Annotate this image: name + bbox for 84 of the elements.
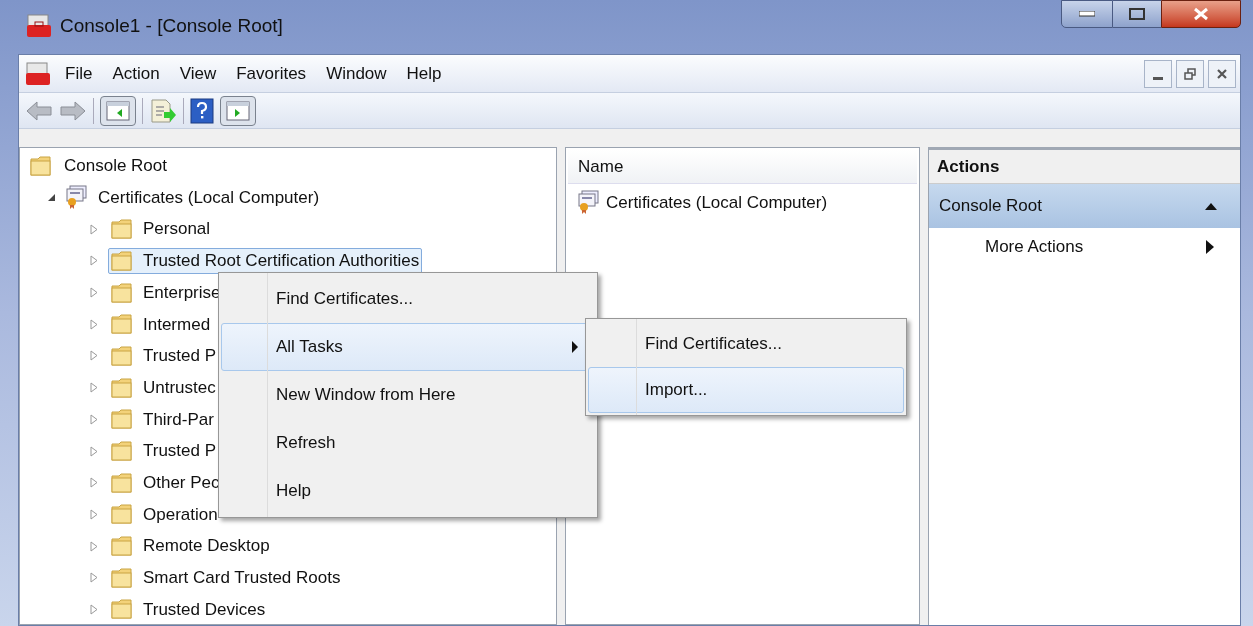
minimize-button[interactable] [1144, 59, 1172, 88]
toolbox-icon [26, 13, 52, 39]
folder-icon [111, 598, 133, 621]
show-tree-button[interactable] [100, 95, 136, 126]
tree-item[interactable]: Enterprise [108, 279, 224, 306]
folder-icon [111, 218, 133, 241]
close-button[interactable] [1161, 0, 1241, 28]
close-button[interactable] [1208, 59, 1236, 88]
expand-arrow-icon[interactable] [88, 476, 100, 490]
section-header[interactable]: Console Root [929, 184, 1240, 228]
menu-item[interactable]: Window [318, 60, 395, 87]
pane-icon [106, 100, 130, 121]
folder-icon [111, 471, 133, 494]
certificate-icon [576, 190, 602, 216]
tree-item[interactable]: Untrustec [108, 374, 219, 401]
expand-arrow-icon[interactable] [88, 381, 100, 395]
window-title: Console1 - [Console Root] [60, 13, 283, 38]
tree-item[interactable]: Personal [108, 216, 214, 243]
minimize-icon [1079, 11, 1095, 17]
pane-header: Actions [937, 155, 1000, 178]
folder-icon [111, 344, 133, 367]
restore-button[interactable] [1176, 59, 1204, 88]
toolbox-icon [25, 60, 51, 87]
expand-arrow-icon[interactable] [88, 317, 100, 331]
folder-icon [111, 440, 133, 463]
menu-item[interactable]: Favorites [228, 60, 315, 87]
menu-item[interactable]: Help [221, 467, 595, 515]
expand-arrow-icon[interactable] [88, 507, 100, 521]
menu-item[interactable]: File [57, 60, 101, 87]
export-list-icon[interactable] [149, 97, 177, 124]
expand-arrow-icon[interactable] [88, 539, 100, 553]
expand-arrow-icon[interactable] [88, 412, 100, 426]
expand-arrow-icon[interactable] [88, 222, 100, 236]
expand-arrow-icon[interactable] [88, 602, 100, 616]
menu-item[interactable]: Import... [588, 367, 904, 413]
show-action-pane-button[interactable] [220, 95, 256, 126]
folder-icon [30, 154, 54, 177]
pane-icon [226, 100, 250, 121]
tree-item[interactable]: Operation [108, 501, 221, 528]
help-icon[interactable] [190, 97, 214, 124]
tree-item[interactable]: Third-Par [108, 406, 217, 433]
back-arrow-icon[interactable] [25, 99, 53, 122]
expand-arrow-icon[interactable] [88, 444, 100, 458]
expand-arrow-icon[interactable] [88, 571, 100, 585]
folder-icon [111, 249, 133, 272]
menu-item[interactable]: View [171, 60, 225, 87]
tree-item[interactable]: Certificates (Local Computer) [96, 184, 322, 211]
folder-icon [111, 503, 133, 526]
close-icon [1216, 67, 1228, 80]
expand-arrow-icon[interactable] [88, 254, 100, 268]
submenu-arrow-icon [1206, 240, 1214, 254]
folder-icon [111, 408, 133, 431]
folder-icon [111, 566, 133, 589]
action-link[interactable]: More Actions [929, 228, 1240, 266]
tree-item[interactable]: Other Pec [108, 469, 223, 496]
close-icon [1193, 7, 1209, 21]
folder-icon [111, 535, 133, 558]
tree-item[interactable]: Trusted P [108, 342, 220, 369]
tree-item[interactable]: Trusted P [108, 438, 220, 465]
tree-item[interactable]: Trusted Root Certification Authorities [108, 247, 423, 274]
column-header[interactable]: Name [578, 153, 624, 180]
menu-item[interactable]: Refresh [221, 419, 595, 467]
tree-item[interactable]: Trusted Devices [108, 596, 269, 623]
menu-item[interactable]: Find Certificates... [221, 275, 595, 323]
menu-item[interactable]: Action [104, 60, 168, 87]
folder-icon [111, 313, 133, 336]
folder-icon [111, 376, 133, 399]
minimize-icon [1153, 76, 1163, 80]
certificate-icon [64, 184, 90, 211]
list-item[interactable]: Certificates (Local Computer) [606, 190, 828, 216]
tree-item[interactable]: Smart Card Trusted Roots [108, 564, 344, 591]
forward-arrow-icon[interactable] [59, 99, 87, 122]
folder-icon [111, 281, 133, 304]
tree-item[interactable]: Intermed [108, 311, 214, 338]
restore-icon [1184, 67, 1196, 80]
collapse-arrow-icon [1204, 201, 1218, 211]
tree-item[interactable]: Console Root [64, 153, 167, 179]
tree-item[interactable]: Remote Desktop [108, 533, 273, 560]
maximize-icon [1129, 8, 1145, 20]
minimize-button[interactable] [1061, 0, 1113, 28]
menu-item[interactable]: Help [398, 60, 450, 87]
expand-arrow-icon[interactable] [88, 286, 100, 300]
expand-arrow-icon[interactable] [88, 349, 100, 363]
maximize-button[interactable] [1113, 0, 1161, 28]
